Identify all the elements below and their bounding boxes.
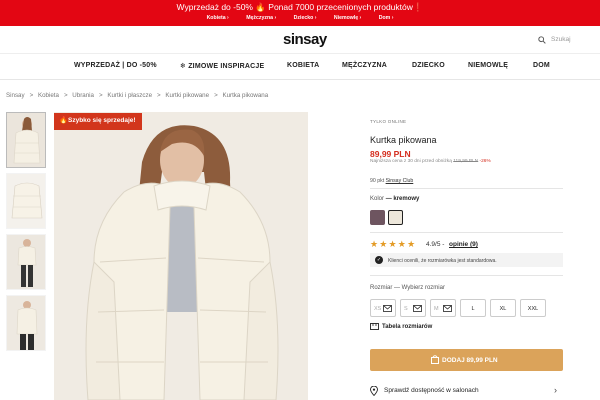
size-button-xxl[interactable]: XXL <box>520 299 546 317</box>
divider <box>370 188 563 189</box>
add-to-cart-button[interactable]: DODAJ 89,99 PLN <box>370 349 563 371</box>
club-link[interactable]: Sinsay Club <box>386 178 414 184</box>
nav-item-winter[interactable]: ❄ ZIMOWE INSPIRACJE <box>180 62 264 70</box>
thumbnail-photo <box>7 174 45 228</box>
breadcrumb-item[interactable]: Kobieta <box>38 92 59 99</box>
club-points-value: 90 pkt <box>370 178 385 184</box>
notify-envelope-icon <box>383 305 392 312</box>
thumbnail-2[interactable] <box>6 173 46 229</box>
size-button-s[interactable]: S <box>400 299 426 317</box>
promo-link-dziecko[interactable]: Dziecko › <box>294 15 317 21</box>
nav-item-niemowle[interactable]: NIEMOWLĘ <box>468 62 508 69</box>
promo-link-dom[interactable]: Dom › <box>379 15 394 21</box>
fit-note-text: Klienci ocenili, że rozmiarówka jest sta… <box>388 257 497 264</box>
size-label-text: L <box>471 305 475 312</box>
nav-item-sale[interactable]: WYPRZEDAŻ | DO -50% <box>74 62 157 69</box>
breadcrumb-separator: > <box>63 92 68 99</box>
availability-text: Sprawdź dostępność w salonach <box>384 387 479 394</box>
divider <box>370 232 563 233</box>
main-nav: WYPRZEDAŻ | DO -50% ❄ ZIMOWE INSPIRACJE … <box>0 54 600 80</box>
product-price: 89,99 PLN <box>370 149 411 159</box>
shopping-bag-icon <box>431 355 439 364</box>
product-photo <box>54 112 308 400</box>
thumbnail-1[interactable] <box>6 112 46 168</box>
promo-link-niemowle[interactable]: Niemowlę › <box>334 15 361 21</box>
breadcrumb-item[interactable]: Kurtki i płaszcze <box>107 92 152 99</box>
notify-envelope-icon <box>443 305 452 312</box>
logo[interactable]: sinsay <box>283 31 327 48</box>
thumbnail-4[interactable] <box>6 295 46 351</box>
flame-icon: 🔥 <box>59 117 68 124</box>
nav-item-dom[interactable]: DOM <box>533 62 550 69</box>
chevron-right-icon: › <box>554 385 557 395</box>
promo-links: Kobieta › Mężczyzna › Dziecko › Niemowlę… <box>0 15 600 21</box>
thumbnail-photo <box>7 296 45 350</box>
breadcrumb-item[interactable]: Kurtki pikowane <box>165 92 209 99</box>
color-label-text: Kolor <box>370 196 385 202</box>
size-button-xl[interactable]: XL <box>490 299 516 317</box>
nav-item-mezczyzna[interactable]: MĘŻCZYZNA <box>342 62 387 69</box>
promo-link-kobieta[interactable]: Kobieta › <box>207 15 229 21</box>
thumbnail-photo <box>7 113 45 167</box>
size-label-text: XS <box>374 305 382 312</box>
nav-item-kobieta[interactable]: KOBIETA <box>287 62 319 69</box>
size-label-text: M <box>434 305 439 312</box>
lowest-price-label: Najniższa cena z 30 dni przed obniżką <box>370 159 452 164</box>
rating: ★★★★★ 4.9/5 - opinie (9) <box>370 239 570 251</box>
size-label: Rozmiar — Wybierz rozmiar <box>370 285 445 291</box>
badge-text: Szybko się sprzedaje! <box>68 117 136 124</box>
search-box[interactable]: Szukaj <box>532 32 600 48</box>
size-button-xs[interactable]: XS <box>370 299 396 317</box>
size-button-m[interactable]: M <box>430 299 456 317</box>
star-rating-icons: ★★★★★ <box>370 239 417 249</box>
opinions-link[interactable]: opinie (9) <box>449 241 478 248</box>
breadcrumb: Sinsay > Kobieta > Ubrania > Kurtki i płasz… <box>6 92 270 99</box>
product-title: Kurtka pikowana <box>370 135 437 145</box>
location-pin-icon <box>370 386 378 396</box>
divider <box>370 275 563 276</box>
size-table-text: Tabela rozmiarów <box>382 324 433 331</box>
size-table-link[interactable]: Tabela rozmiarów <box>370 323 432 330</box>
discount-percent: -26% <box>479 159 491 164</box>
club-points: 90 pkt Sinsay Club <box>370 178 413 184</box>
ruler-icon <box>370 323 379 330</box>
search-input[interactable]: Szukaj <box>551 36 571 43</box>
product-main-image[interactable] <box>54 112 308 400</box>
breadcrumb-current: Kurtka pikowana <box>222 92 269 99</box>
breadcrumb-item[interactable]: Ubrania <box>72 92 94 99</box>
online-only-tag: TYLKO ONLINE <box>370 119 407 124</box>
nav-item-dziecko[interactable]: DZIECKO <box>412 62 445 69</box>
breadcrumb-separator: > <box>98 92 103 99</box>
lowest-price-info: Najniższa cena z 30 dni przed obniżką 11… <box>370 159 491 164</box>
color-swatch-cream[interactable] <box>388 210 403 225</box>
add-to-cart-label: DODAJ 89,99 PLN <box>442 356 498 364</box>
rating-score: 4.9/5 - <box>426 241 445 248</box>
size-label-text: XXL <box>527 305 539 312</box>
promo-text[interactable]: Wyprzedaż do -50% 🔥 Ponad 7000 przecenio… <box>0 2 600 13</box>
promo-bar[interactable]: Wyprzedaż do -50% 🔥 Ponad 7000 przecenio… <box>0 0 600 26</box>
breadcrumb-separator: > <box>214 92 218 99</box>
header: sinsay Szukaj <box>0 26 600 54</box>
old-price: 119,99 PLN <box>453 159 479 164</box>
check-icon: ✓ <box>375 256 383 264</box>
breadcrumb-separator: > <box>29 92 34 99</box>
breadcrumb-separator: > <box>157 92 161 99</box>
fit-note: ✓ Klienci ocenili, że rozmiarówka jest s… <box>370 253 563 267</box>
size-label-text: S <box>404 305 408 312</box>
fast-selling-badge: 🔥 Szybko się sprzedaje! <box>54 113 142 130</box>
thumbnail-photo <box>7 235 45 289</box>
notify-envelope-icon <box>413 305 422 312</box>
thumbnail-3[interactable] <box>6 234 46 290</box>
color-value: — kremowy <box>385 196 420 202</box>
search-icon <box>538 36 546 44</box>
promo-link-mezczyzna[interactable]: Mężczyzna › <box>246 15 276 21</box>
size-button-l[interactable]: L <box>460 299 486 317</box>
color-label: Kolor — kremowy <box>370 196 419 202</box>
breadcrumb-item[interactable]: Sinsay <box>6 92 25 99</box>
size-label-text: XL <box>499 305 507 312</box>
color-swatch-plum[interactable] <box>370 210 385 225</box>
